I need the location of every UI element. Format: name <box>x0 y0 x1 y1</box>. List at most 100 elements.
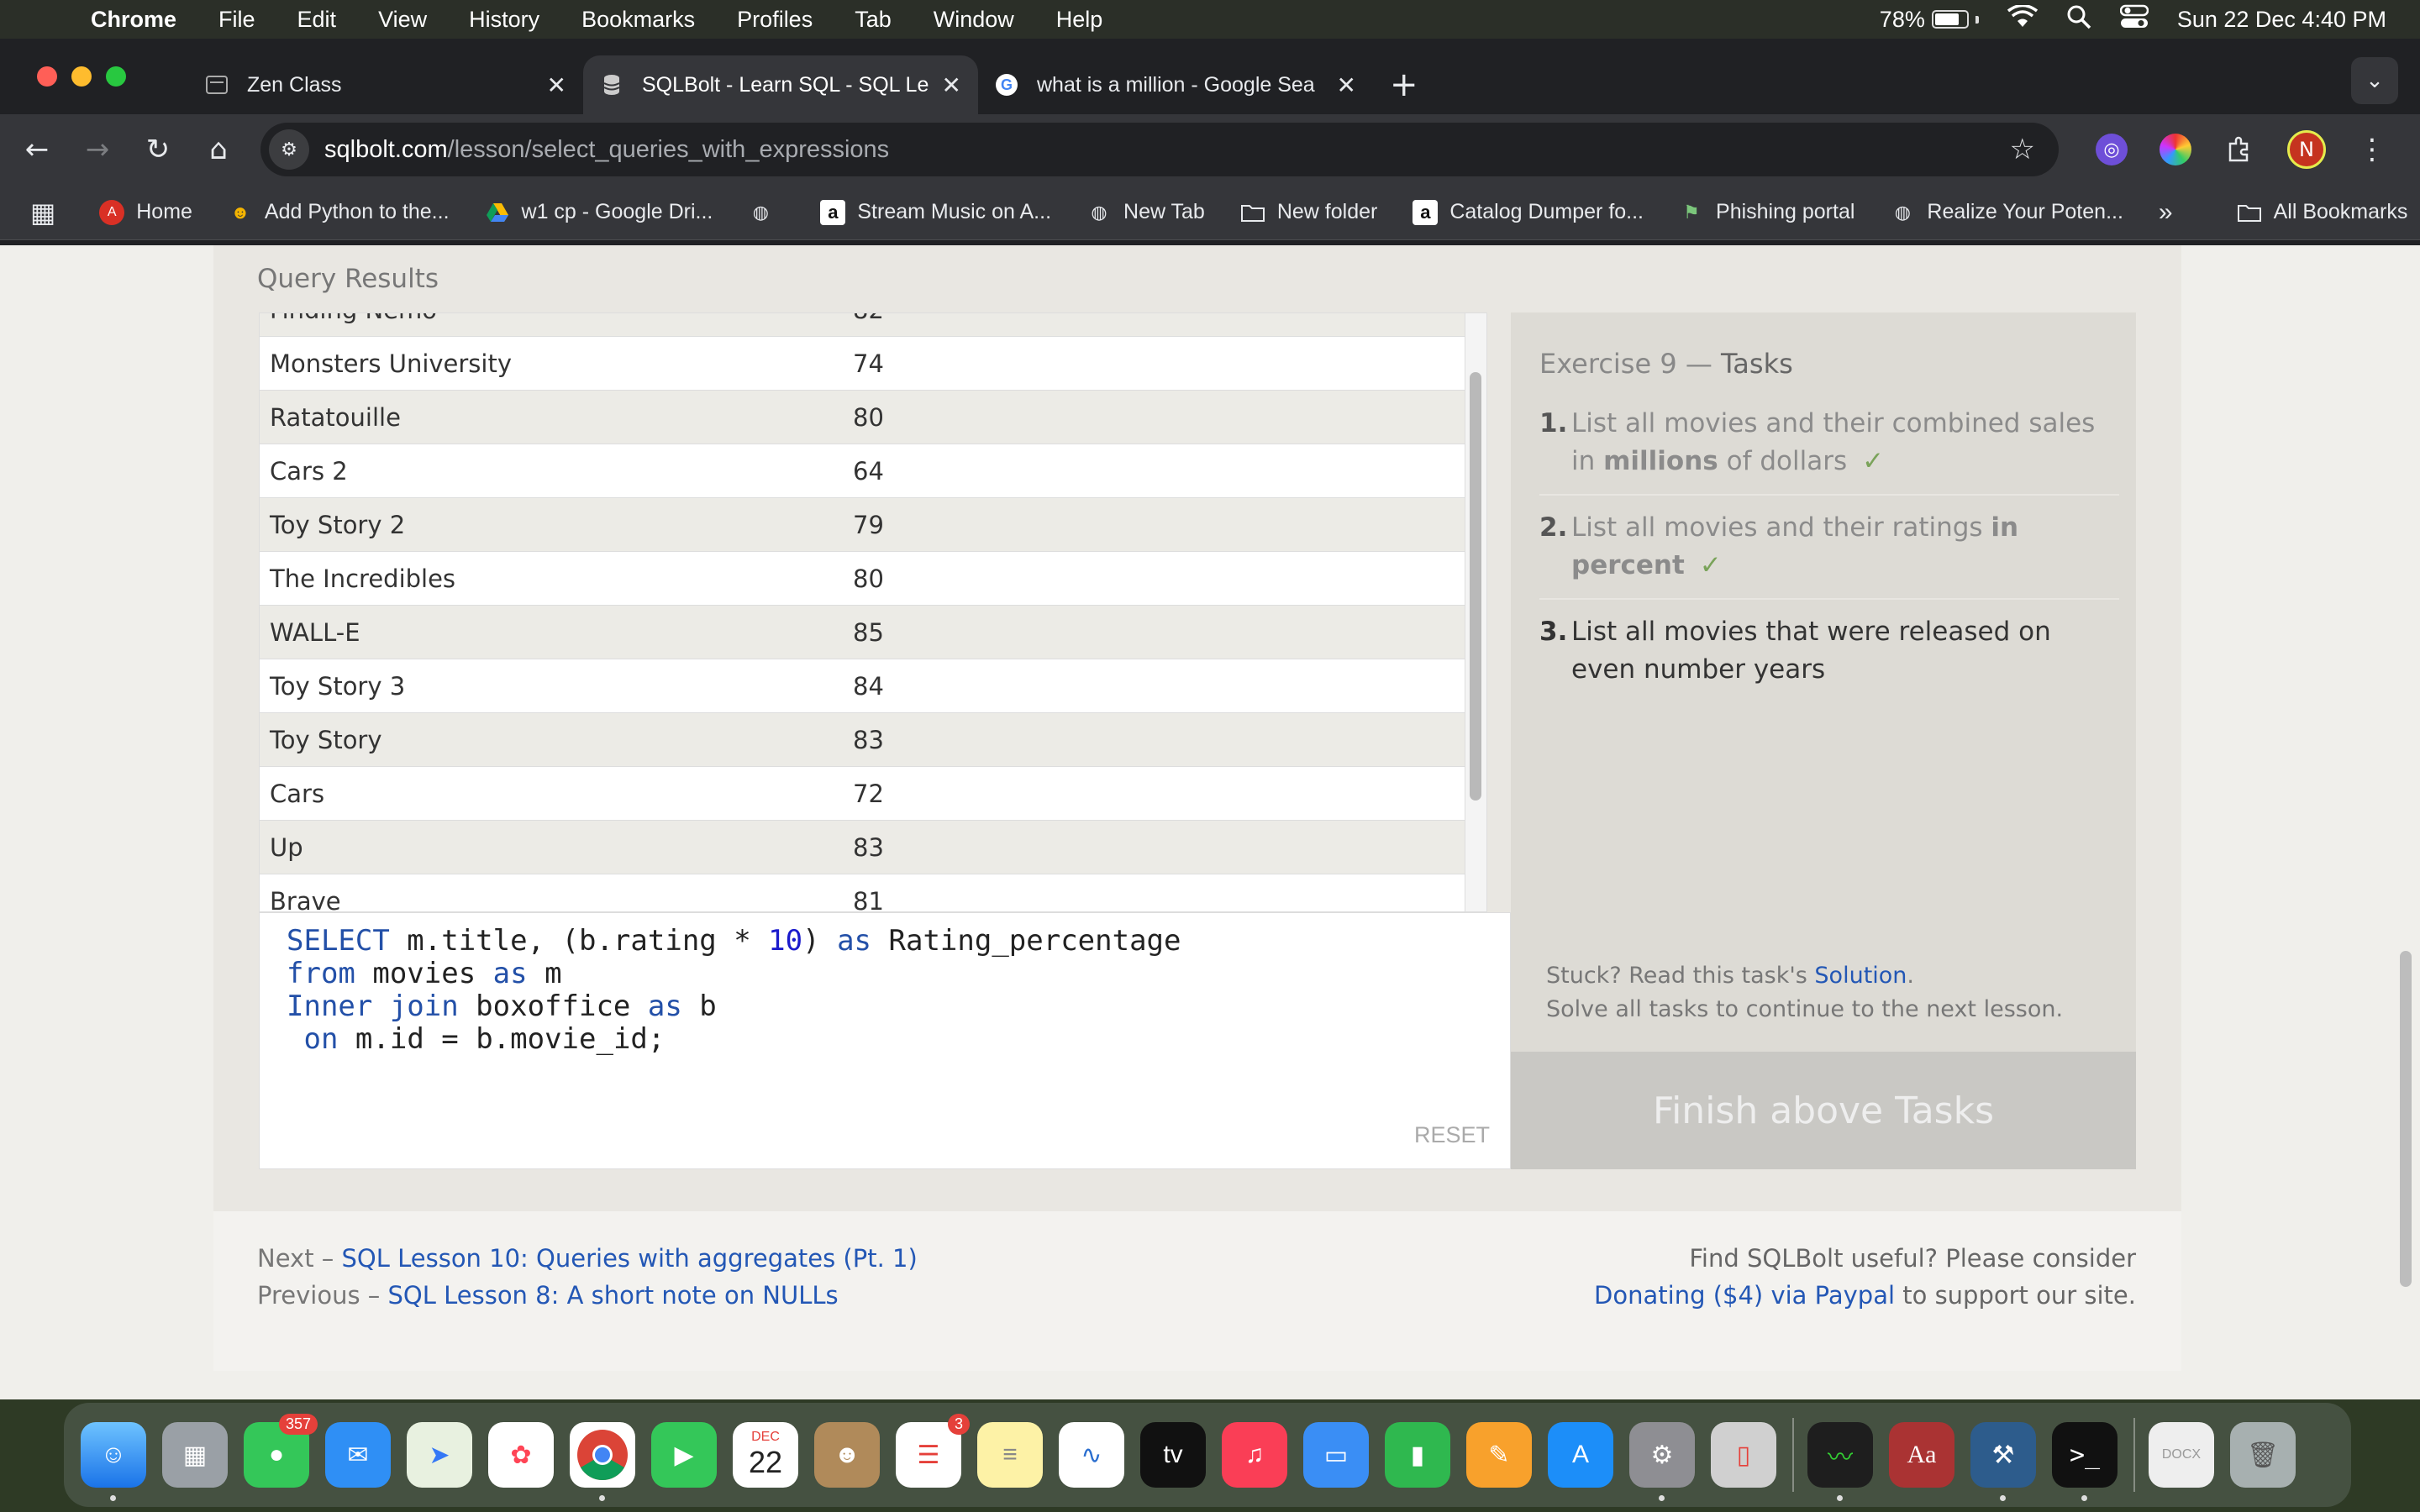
code-line: Inner join boxoffice as b <box>287 990 717 1023</box>
chrome-icon[interactable] <box>570 1422 635 1501</box>
page-scrollbar-thumb[interactable] <box>2400 951 2412 1287</box>
bookmark-catalog-dumper[interactable]: a Catalog Dumper fo... <box>1413 199 1644 225</box>
query-results-table[interactable]: Finding Nemo82 Monsters University 74 Ratat… <box>259 312 1487 912</box>
reminders-icon[interactable]: ☰ 3 <box>896 1414 970 1488</box>
apps-grid-icon[interactable]: ▦ <box>30 197 55 228</box>
facetime-icon[interactable]: ▶ <box>651 1422 717 1488</box>
results-scrollbar[interactable] <box>1465 313 1486 911</box>
bookmark-new-folder[interactable]: New folder <box>1240 200 1377 225</box>
terminal-icon[interactable]: >_ <box>2052 1422 2118 1501</box>
tab-google-search[interactable]: G what is a million - Google Sea ✕ <box>978 55 1373 114</box>
finish-tasks-button[interactable]: Finish above Tasks <box>1511 1052 2136 1169</box>
system-settings-icon[interactable]: ⚙ <box>1629 1422 1695 1501</box>
messages-icon[interactable]: ● 357 <box>244 1414 318 1488</box>
bookmark-star-icon[interactable]: ☆ <box>2010 133 2035 166</box>
menu-profiles[interactable]: Profiles <box>737 7 813 33</box>
task-text-part: List all movies that were released on ev… <box>1571 617 2051 685</box>
tab-search-chevron-icon[interactable]: ⌄ <box>2351 57 2398 104</box>
forward-arrow-icon[interactable]: → <box>67 133 128 166</box>
activity-monitor-icon[interactable]: 〰 <box>1807 1422 1873 1501</box>
site-info-icon[interactable]: ⚙ <box>269 129 309 170</box>
bookmark-amazon-music[interactable]: a Stream Music on A... <box>820 199 1051 225</box>
menu-edit[interactable]: Edit <box>297 7 337 33</box>
sql-editor[interactable]: SELECT m.title, (b.rating * 10) as Ratin… <box>259 912 1511 1169</box>
extension-icon[interactable]: ◎ <box>2096 134 2128 165</box>
calendar-icon[interactable]: DEC 22 <box>733 1422 798 1488</box>
menu-history[interactable]: History <box>469 7 539 33</box>
notes-icon[interactable]: ≡ <box>977 1422 1043 1488</box>
home-icon[interactable]: ⌂ <box>188 133 249 166</box>
reload-icon[interactable]: ↻ <box>128 133 188 166</box>
zen-class-favicon-icon <box>205 73 229 97</box>
bookmark-realize-potential[interactable]: ◍ Realize Your Poten... <box>1890 200 2123 225</box>
minimize-window-button[interactable] <box>71 66 92 87</box>
freeform-icon[interactable]: ∿ <box>1059 1422 1124 1488</box>
music-icon[interactable]: ♫ <box>1222 1422 1287 1488</box>
new-tab-plus-icon[interactable]: + <box>1390 66 1418 104</box>
solution-link[interactable]: Solution <box>1814 963 1907 989</box>
numbers-icon[interactable]: ▮ <box>1385 1422 1450 1488</box>
spotlight-search-icon[interactable] <box>2066 4 2091 35</box>
next-lesson-link[interactable]: SQL Lesson 10: Queries with aggregates (… <box>342 1244 918 1273</box>
exercise-title: Exercise 9 — Tasks <box>1539 348 1793 380</box>
bookmark-phishing-portal[interactable]: ⚑ Phishing portal <box>1679 200 1854 225</box>
tab-zen-class[interactable]: Zen Class ✕ <box>188 55 583 114</box>
bookmark-new-tab[interactable]: ◍ New Tab <box>1086 200 1204 225</box>
menu-app-name[interactable]: Chrome <box>91 7 176 33</box>
iphone-mirroring-icon[interactable]: ▯ <box>1711 1422 1776 1488</box>
menu-window[interactable]: Window <box>934 7 1014 33</box>
macos-dock: ☺ ▦ ● 357 ✉ ➤ ✿ ▶ DEC 22 ☻ ☰ 3 ≡ ∿ tv ♫ ▭ … <box>64 1403 2351 1507</box>
close-tab-icon[interactable]: ✕ <box>942 71 961 99</box>
menu-file[interactable]: File <box>218 7 255 33</box>
results-scroll-thumb[interactable] <box>1470 372 1481 801</box>
control-center-icon[interactable] <box>2119 4 2149 35</box>
table-row: Finding Nemo82 <box>260 313 1465 337</box>
wifi-icon[interactable] <box>2007 3 2038 34</box>
launchpad-icon[interactable]: ▦ <box>162 1422 228 1488</box>
menu-view[interactable]: View <box>378 7 427 33</box>
back-arrow-icon[interactable]: ← <box>7 133 67 166</box>
more-bookmarks-chevron-icon[interactable]: » <box>2159 198 2173 227</box>
mail-icon[interactable]: ✉ <box>325 1422 391 1488</box>
battery-percent: 78% <box>1879 6 1925 32</box>
reset-button[interactable]: RESET <box>1414 1119 1490 1152</box>
apple-tv-icon[interactable]: tv <box>1140 1422 1206 1488</box>
tab-sqlbolt[interactable]: SQLBolt - Learn SQL - SQL Le ✕ <box>583 55 978 114</box>
pages-icon[interactable]: ✎ <box>1466 1422 1532 1488</box>
bookmark-globe[interactable]: ◍ <box>748 200 785 225</box>
menu-clock[interactable]: Sun 22 Dec 4:40 PM <box>2177 7 2386 33</box>
mysql-workbench-icon[interactable]: ⚒ <box>1970 1422 2036 1501</box>
zoom-window-button[interactable] <box>106 66 126 87</box>
finder-icon[interactable]: ☺ <box>81 1422 146 1501</box>
trash-icon[interactable]: 🗑 <box>2230 1422 2296 1488</box>
close-tab-icon[interactable]: ✕ <box>547 71 566 99</box>
keynote-icon[interactable]: ▭ <box>1303 1422 1369 1488</box>
bookmark-google-drive[interactable]: w1 cp - Google Dri... <box>485 200 713 225</box>
photos-icon[interactable]: ✿ <box>488 1422 554 1488</box>
stuck-help-text: Stuck? Read this task's Solution. Solve … <box>1546 959 2063 1026</box>
app-store-icon[interactable]: A <box>1548 1422 1613 1488</box>
close-window-button[interactable] <box>37 66 57 87</box>
task-text: List all movies and their ratings in per… <box>1571 509 2119 585</box>
previous-lesson-link[interactable]: SQL Lesson 8: A short note on NULLs <box>388 1281 839 1310</box>
docx-file-icon[interactable]: DOCX <box>2149 1422 2214 1488</box>
bookmark-home[interactable]: A Home <box>99 199 192 225</box>
maps-icon[interactable]: ➤ <box>407 1422 472 1488</box>
profile-avatar[interactable]: N <box>2287 130 2326 169</box>
battery-status[interactable]: 78% <box>1880 7 1979 33</box>
close-tab-icon[interactable]: ✕ <box>1337 71 1356 99</box>
puzzle-extensions-icon[interactable] <box>2223 134 2255 165</box>
dictionary-icon[interactable]: Aa <box>1889 1422 1954 1488</box>
menu-help[interactable]: Help <box>1056 7 1103 33</box>
task-text-part: List all movies and their ratings <box>1571 512 1991 543</box>
donate-link[interactable]: Donating ($4) via Paypal <box>1594 1281 1895 1310</box>
more-menu-icon[interactable]: ⋮ <box>2358 133 2386 166</box>
amazon-icon: a <box>820 199 846 225</box>
color-picker-extension-icon[interactable] <box>2160 134 2191 165</box>
menu-bookmarks[interactable]: Bookmarks <box>581 7 695 33</box>
menu-tab[interactable]: Tab <box>855 7 892 33</box>
bookmark-add-python[interactable]: ☻ Add Python to the... <box>228 200 449 225</box>
contacts-icon[interactable]: ☻ <box>814 1422 880 1488</box>
all-bookmarks-button[interactable]: All Bookmarks <box>2237 200 2407 225</box>
address-bar[interactable]: ⚙ sqlbolt.com/lesson/select_queries_with… <box>260 123 2059 176</box>
